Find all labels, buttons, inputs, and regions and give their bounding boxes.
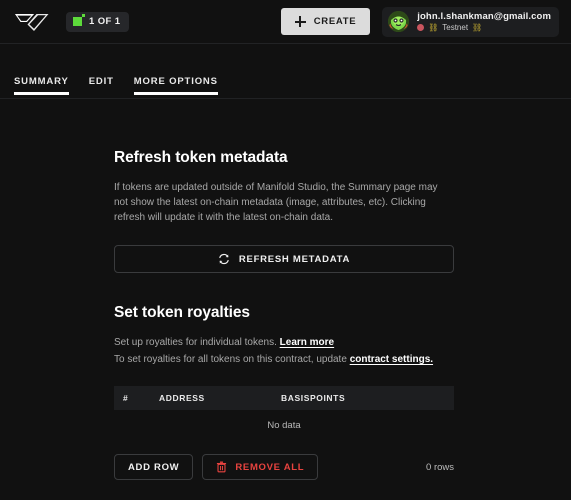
royalties-section-title: Set token royalties (114, 304, 250, 321)
column-header-basispoints: BASISPOINTS (281, 393, 346, 403)
add-row-button[interactable]: ADD ROW (114, 454, 194, 480)
network-status: ⛓ Testnet ⛓ (417, 23, 551, 33)
tab-summary-label: SUMMARY (14, 76, 69, 87)
royalties-table-empty-state: No data (267, 419, 301, 431)
top-bar-right: CREATE john.l.shankman@gmail.com ⛓ Testn… (280, 6, 559, 37)
account-email: john.l.shankman@gmail.com (417, 10, 551, 22)
account-menu[interactable]: john.l.shankman@gmail.com ⛓ Testnet ⛓ (382, 6, 559, 37)
royalties-line-2-text: To set royalties for all tokens on this … (114, 354, 350, 365)
token-count-label: 1 OF 1 (89, 16, 121, 27)
column-header-address: ADDRESS (159, 393, 205, 403)
trash-icon (217, 461, 227, 473)
royalties-table: # ADDRESS BASISPOINTS No data (114, 386, 454, 440)
chain-right-icon: ⛓ (472, 22, 483, 32)
royalties-table-header: # ADDRESS BASISPOINTS (114, 386, 454, 410)
main-content: Refresh token metadata If tokens are upd… (0, 99, 571, 480)
tab-edit-label: EDIT (88, 76, 114, 87)
rows-count-label: 0 rows (426, 461, 454, 473)
create-button[interactable]: CREATE (280, 8, 371, 35)
column-header-index: # (123, 393, 129, 403)
token-count-badge[interactable]: 1 OF 1 (66, 11, 130, 32)
tab-bar: SUMMARY EDIT MORE OPTIONS (0, 44, 571, 99)
refresh-section-title: Refresh token metadata (114, 149, 288, 166)
refresh-metadata-button-label: REFRESH METADATA (238, 253, 351, 265)
refresh-metadata-section: Refresh token metadata If tokens are upd… (114, 149, 454, 273)
user-avatar (388, 11, 410, 32)
manifold-logo[interactable] (14, 11, 50, 33)
network-label: Testnet (442, 22, 469, 32)
create-button-label: CREATE (313, 16, 357, 27)
add-row-button-label: ADD ROW (128, 461, 180, 473)
plus-icon (294, 16, 306, 27)
refresh-metadata-button[interactable]: REFRESH METADATA (114, 245, 454, 273)
token-square-icon (73, 14, 85, 26)
royalties-line-1: Set up royalties for individual tokens. … (114, 335, 454, 350)
refresh-section-description: If tokens are updated outside of Manifol… (114, 182, 438, 223)
top-bar: 1 OF 1 CREATE john.l.shankman@gmail.com (0, 0, 571, 44)
remove-all-button[interactable]: REMOVE ALL (202, 454, 319, 480)
tab-more-options[interactable]: MORE OPTIONS (124, 76, 228, 98)
royalties-line-2: To set royalties for all tokens on this … (114, 352, 454, 367)
tab-more-options-label: MORE OPTIONS (133, 76, 218, 87)
network-status-dot (417, 24, 425, 31)
royalties-table-actions: ADD ROW REMOVE ALL 0 rows (114, 454, 454, 480)
contract-settings-link[interactable]: contract settings. (350, 354, 433, 365)
chain-left-icon: ⛓ (428, 22, 439, 32)
tab-summary[interactable]: SUMMARY (14, 76, 79, 98)
token-royalties-section: Set token royalties Set up royalties for… (114, 304, 454, 480)
refresh-icon (219, 253, 229, 265)
tab-edit[interactable]: EDIT (79, 76, 124, 98)
tabs: SUMMARY EDIT MORE OPTIONS (14, 76, 228, 98)
remove-all-button-label: REMOVE ALL (235, 461, 305, 473)
account-text: john.l.shankman@gmail.com ⛓ Testnet ⛓ (417, 11, 551, 33)
learn-more-link[interactable]: Learn more (280, 337, 334, 348)
royalties-line-1-text: Set up royalties for individual tokens. (114, 337, 280, 348)
